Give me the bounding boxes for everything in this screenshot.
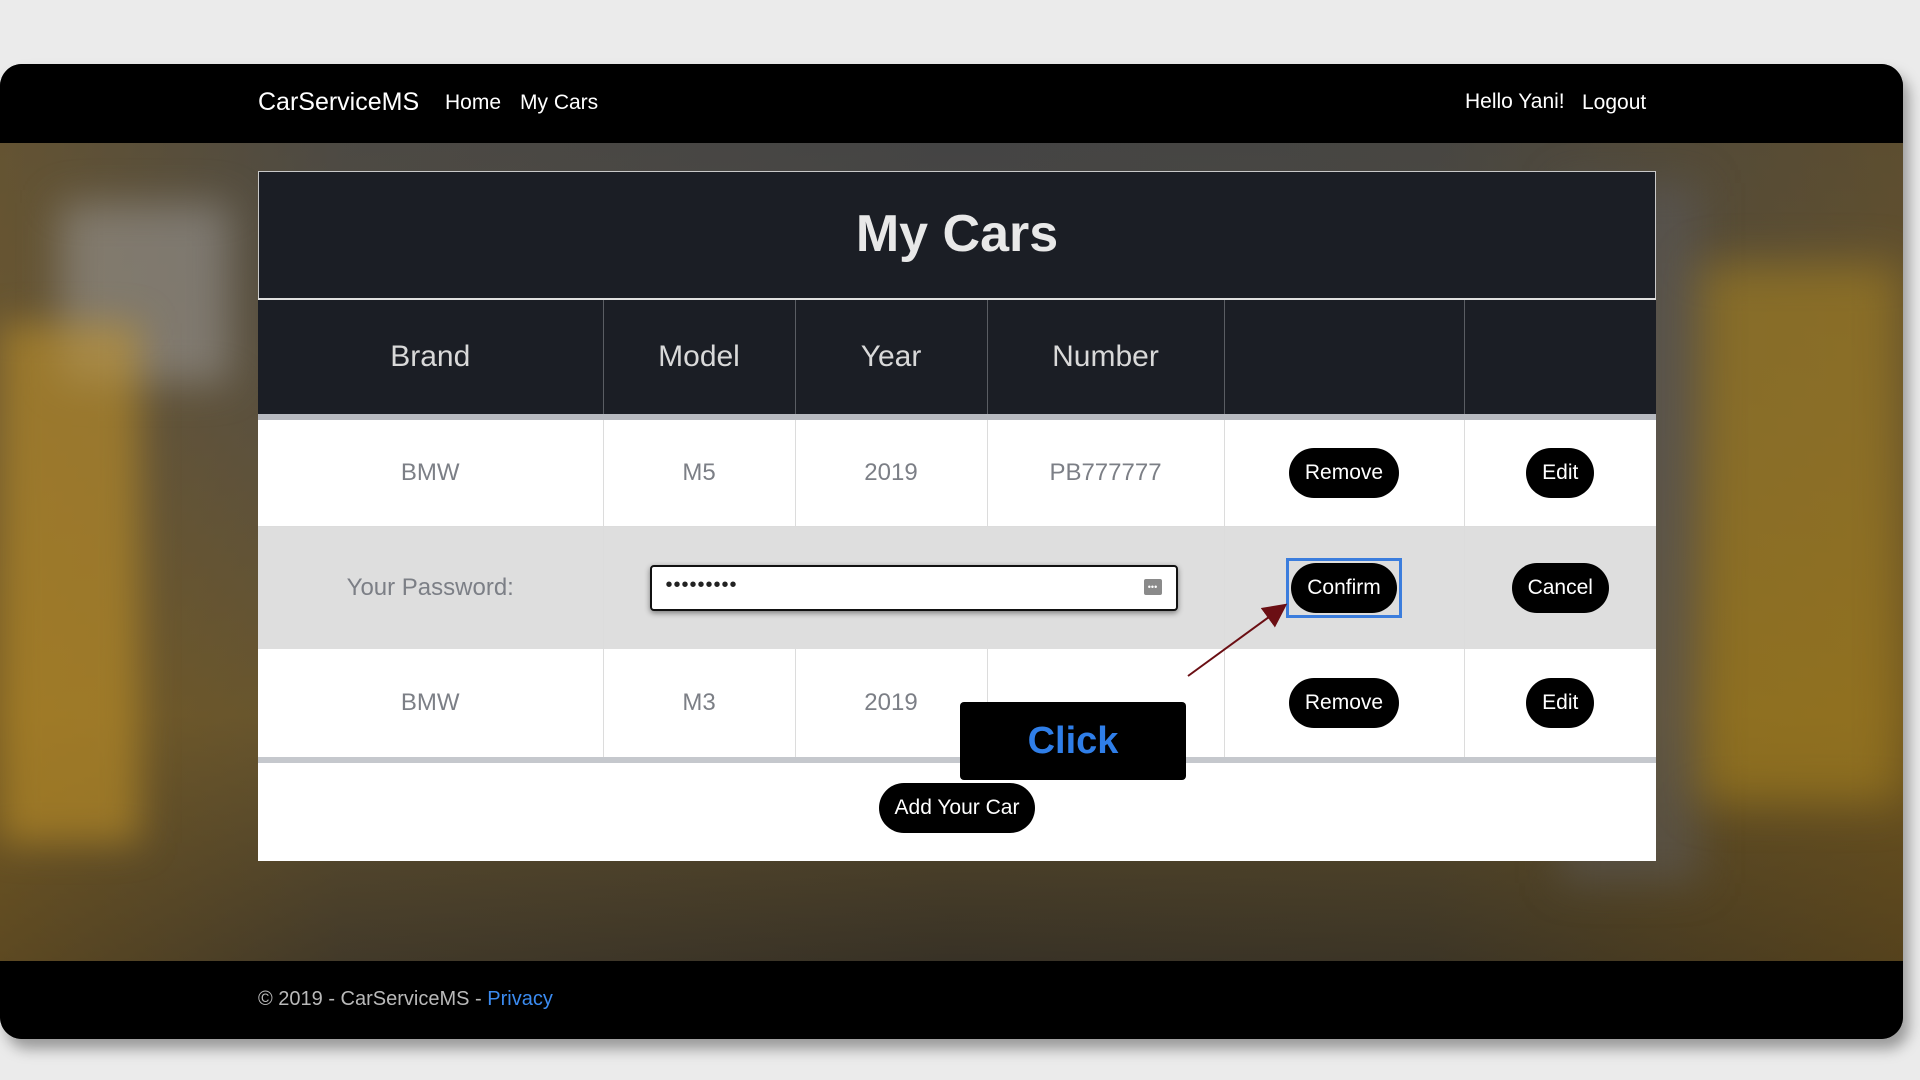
footer: © 2019 - CarServiceMS - Privacy	[0, 961, 1903, 1039]
browser-window: CarServiceMS Home My Cars Hello Yani! Lo…	[0, 64, 1903, 1039]
footer-copyright: © 2019 - CarServiceMS -	[258, 988, 488, 1010]
privacy-link[interactable]: Privacy	[487, 988, 553, 1010]
footer-text: © 2019 - CarServiceMS - Privacy	[258, 988, 553, 1011]
callout-arrow-icon	[1187, 603, 1288, 677]
